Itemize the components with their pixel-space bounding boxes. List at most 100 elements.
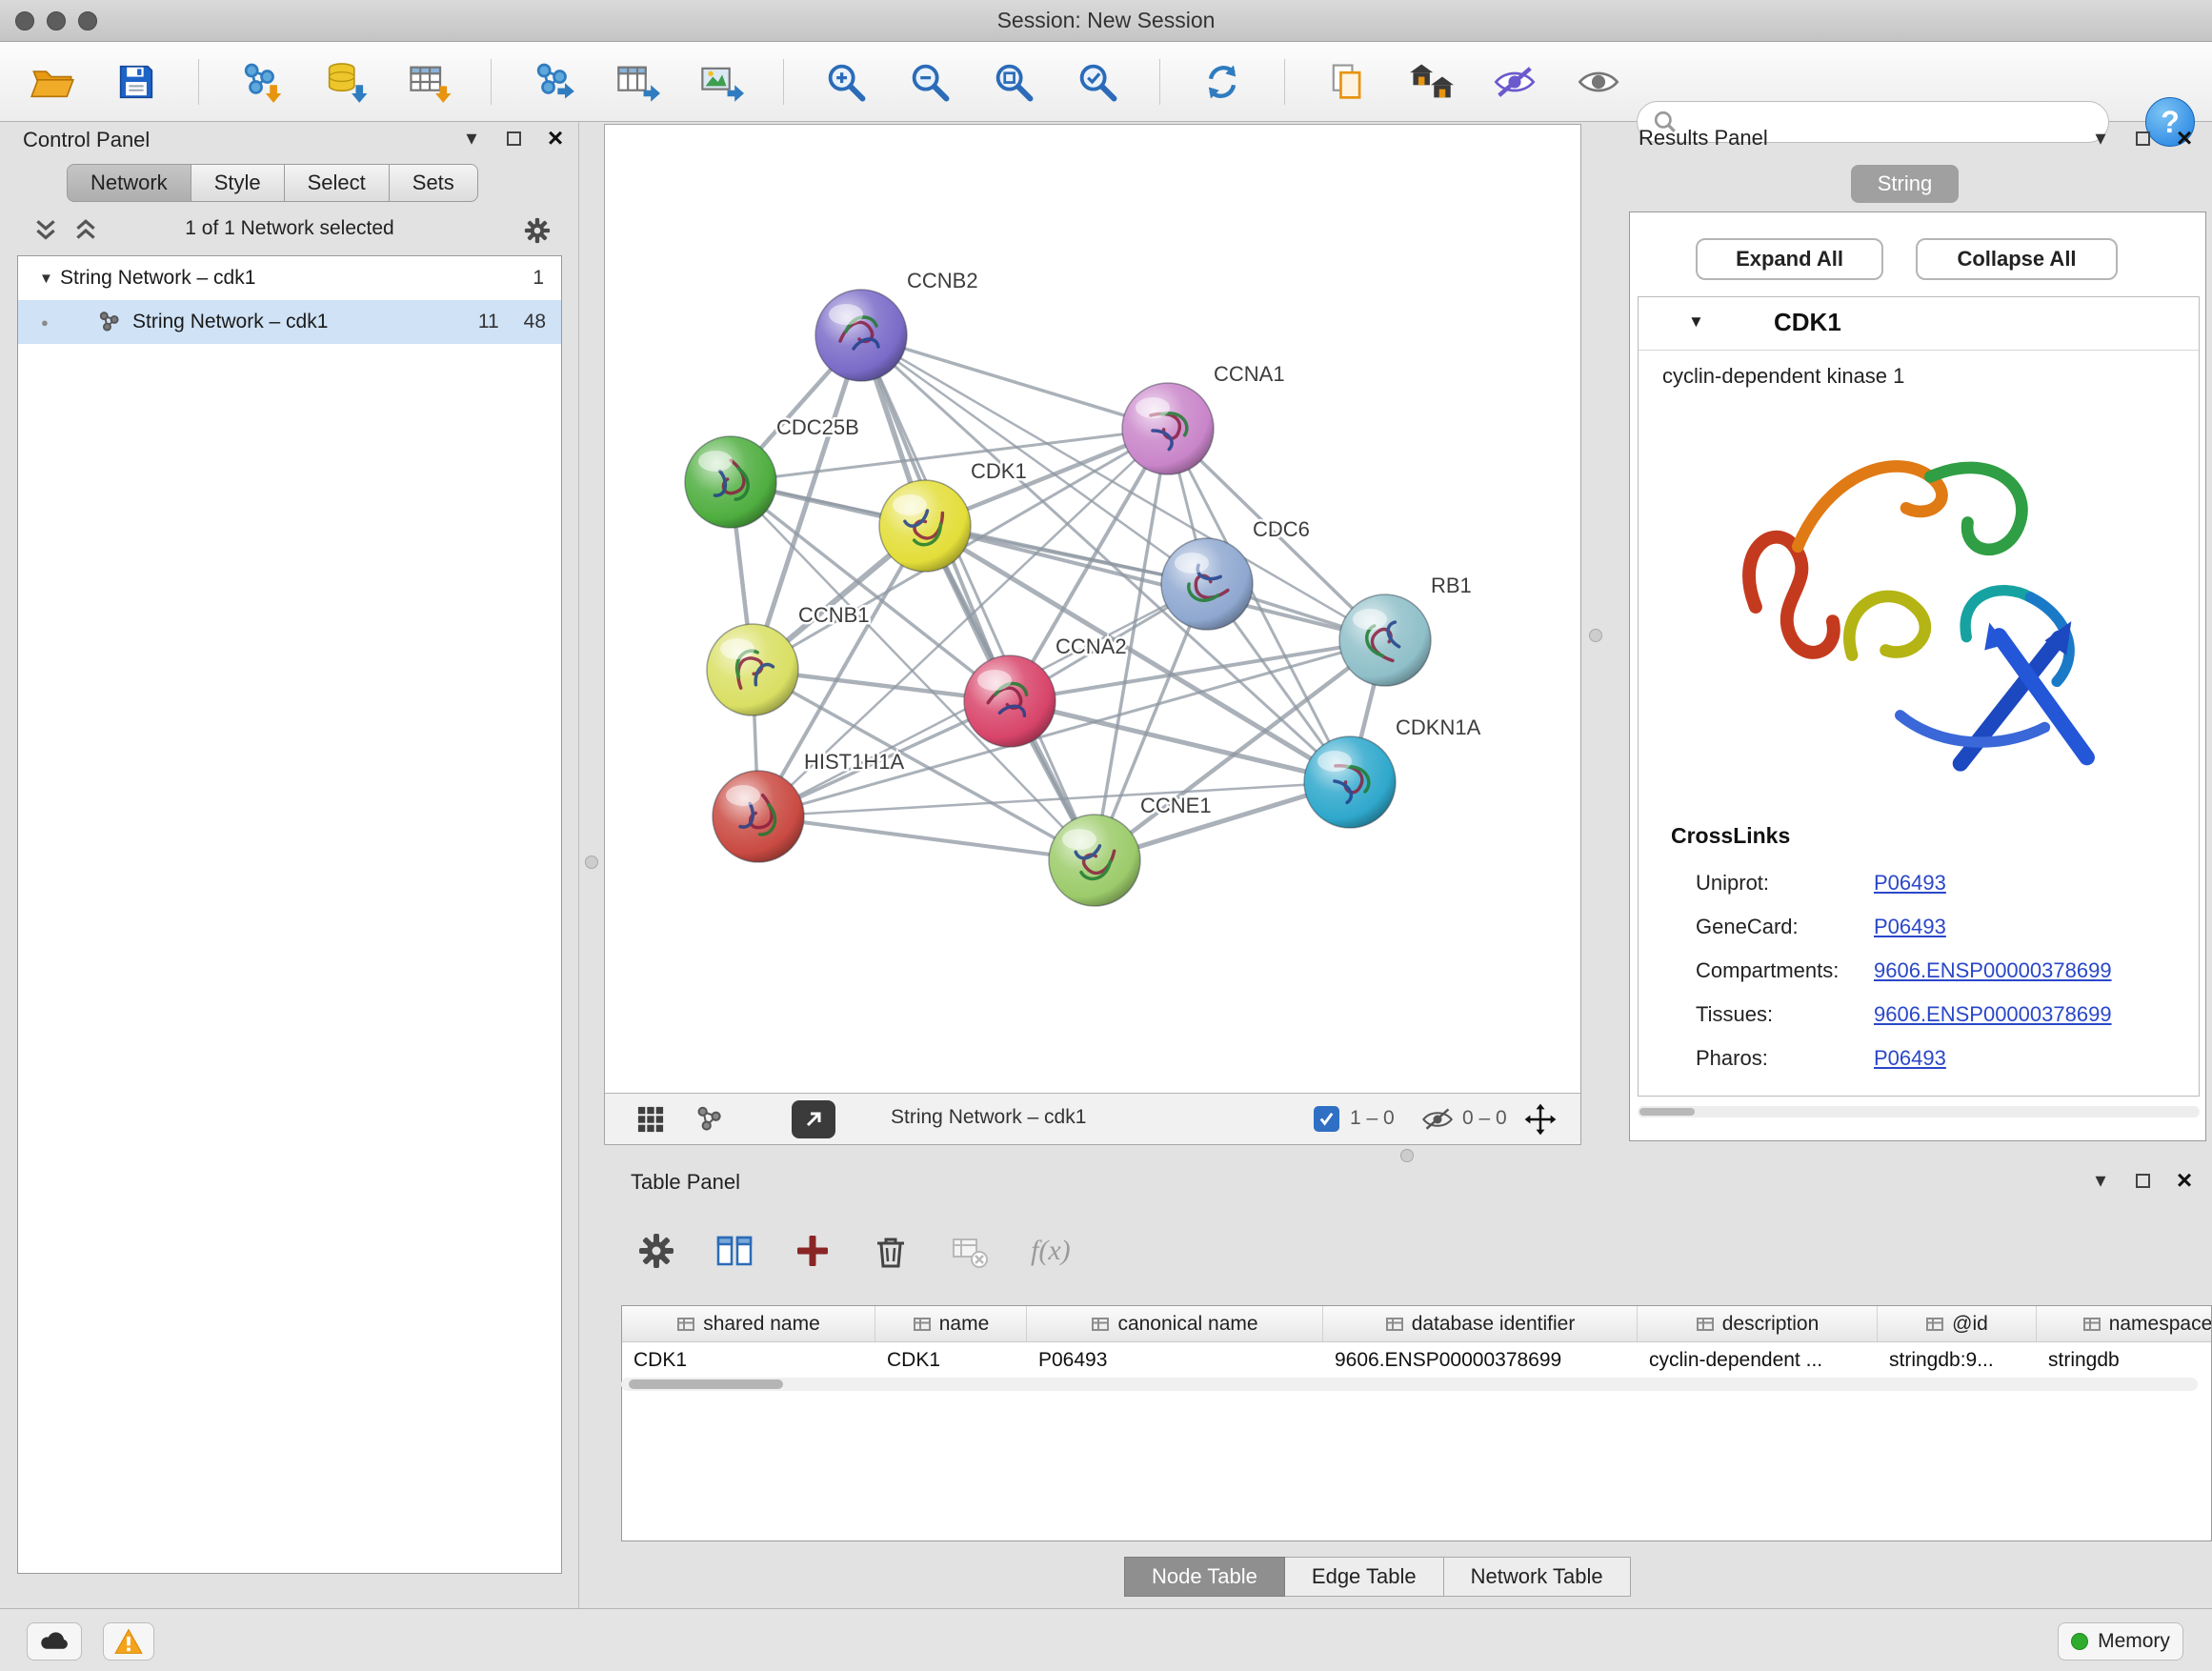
protein-card-header[interactable]: ▼ CDK1 xyxy=(1639,297,2199,351)
table-cell[interactable]: cyclin-dependent ... xyxy=(1638,1342,1878,1379)
network-node-CCNA1[interactable] xyxy=(1122,383,1214,474)
zoom-out-button[interactable] xyxy=(902,54,957,110)
network-node-CCNB2[interactable] xyxy=(815,290,907,381)
network-edge[interactable] xyxy=(861,335,1168,429)
table-cell[interactable]: P06493 xyxy=(1027,1342,1323,1379)
maximize-panel-icon[interactable] xyxy=(501,126,526,151)
float-panel-icon[interactable]: ▾ xyxy=(459,126,484,151)
import-network-file-button[interactable] xyxy=(233,54,289,110)
apply-layout-button[interactable] xyxy=(1195,54,1250,110)
table-row[interactable]: CDK1CDK1P064939606.ENSP00000378699cyclin… xyxy=(622,1342,2211,1379)
maximize-panel-icon[interactable] xyxy=(2130,126,2155,151)
network-edge[interactable] xyxy=(925,526,1385,640)
crosslink-value-link[interactable]: P06493 xyxy=(1874,871,1946,896)
tab-edge-table[interactable]: Edge Table xyxy=(1285,1557,1444,1597)
export-table-button[interactable] xyxy=(610,54,665,110)
column-header-namespace[interactable]: namespace xyxy=(2037,1306,2212,1341)
table-cell[interactable]: stringdb:9... xyxy=(1878,1342,2037,1379)
collapse-all-button[interactable]: Collapse All xyxy=(1916,238,2118,280)
column-header-shared-name[interactable]: shared name xyxy=(622,1306,875,1341)
network-node-CCNA2[interactable] xyxy=(964,655,1056,747)
delete-columns-button[interactable] xyxy=(865,1225,916,1277)
table-cell[interactable]: CDK1 xyxy=(622,1342,875,1379)
float-panel-icon[interactable]: ▾ xyxy=(2088,1168,2113,1193)
horizontal-splitter-handle[interactable] xyxy=(1400,1149,1414,1162)
show-all-button[interactable] xyxy=(1571,54,1626,110)
network-node-CDC25B[interactable] xyxy=(685,436,776,528)
table-cell[interactable]: 9606.ENSP00000378699 xyxy=(1323,1342,1638,1379)
table-cell[interactable]: stringdb xyxy=(2037,1342,2212,1379)
network-share-icon[interactable] xyxy=(693,1102,727,1137)
hide-selected-button[interactable] xyxy=(1487,54,1542,110)
zoom-in-button[interactable] xyxy=(818,54,874,110)
tab-select[interactable]: Select xyxy=(285,164,390,202)
tab-node-table[interactable]: Node Table xyxy=(1124,1557,1285,1597)
tab-style[interactable]: Style xyxy=(191,164,285,202)
close-panel-icon[interactable]: × xyxy=(2172,126,2197,151)
first-neighbors-button[interactable] xyxy=(1403,54,1458,110)
show-columns-button[interactable] xyxy=(709,1225,760,1277)
tab-string[interactable]: String xyxy=(1851,165,1959,203)
network-node-CDK1[interactable] xyxy=(879,480,971,572)
network-row[interactable]: ● String Network – cdk1 11 48 xyxy=(18,300,561,344)
network-options-gear-icon[interactable] xyxy=(522,215,553,246)
table-settings-button[interactable] xyxy=(631,1225,682,1277)
network-node-RB1[interactable] xyxy=(1339,594,1431,686)
tab-network-table[interactable]: Network Table xyxy=(1444,1557,1631,1597)
vertical-splitter-handle[interactable] xyxy=(1589,629,1602,642)
node-label-CCNA1: CCNA1 xyxy=(1214,362,1285,386)
network-collection-row[interactable]: ▼ String Network – cdk1 1 xyxy=(18,256,561,300)
close-panel-icon[interactable]: × xyxy=(543,126,568,151)
cloud-status-button[interactable] xyxy=(27,1622,82,1661)
network-edge[interactable] xyxy=(758,816,1095,860)
float-panel-icon[interactable]: ▾ xyxy=(2088,126,2113,151)
results-horizontal-scrollbar[interactable] xyxy=(1638,1106,2200,1117)
network-node-CDKN1A[interactable] xyxy=(1304,736,1396,828)
export-image-button[interactable] xyxy=(694,54,749,110)
crosslink-value-link[interactable]: P06493 xyxy=(1874,1046,1946,1071)
function-builder-button[interactable]: f(x) xyxy=(1021,1235,1071,1267)
duplicate-network-button[interactable] xyxy=(1319,54,1375,110)
column-header-id[interactable]: @id xyxy=(1878,1306,2037,1341)
collapse-card-icon[interactable]: ▼ xyxy=(1688,312,1704,332)
network-node-HIST1H1A[interactable] xyxy=(713,771,804,862)
network-node-CCNE1[interactable] xyxy=(1049,815,1140,906)
expand-all-button[interactable]: Expand All xyxy=(1696,238,1883,280)
table-horizontal-scrollbar[interactable] xyxy=(621,1378,2198,1391)
export-network-button[interactable] xyxy=(526,54,581,110)
import-network-database-button[interactable] xyxy=(317,54,372,110)
network-node-CCNB1[interactable] xyxy=(707,624,798,715)
tab-sets[interactable]: Sets xyxy=(390,164,478,202)
maximize-panel-icon[interactable] xyxy=(2130,1168,2155,1193)
memory-button[interactable]: Memory xyxy=(2058,1622,2183,1661)
tab-network[interactable]: Network xyxy=(67,164,191,202)
crosslink-value-link[interactable]: P06493 xyxy=(1874,915,1946,939)
network-edge[interactable] xyxy=(861,335,1095,860)
create-column-button[interactable] xyxy=(787,1225,838,1277)
open-session-button[interactable] xyxy=(25,54,80,110)
save-session-button[interactable] xyxy=(109,54,164,110)
birdseye-grid-icon[interactable] xyxy=(633,1102,668,1137)
detach-view-button[interactable] xyxy=(792,1100,835,1138)
vertical-splitter-handle[interactable] xyxy=(585,856,598,869)
column-header-description[interactable]: description xyxy=(1638,1306,1878,1341)
crosslink-value-link[interactable]: 9606.ENSP00000378699 xyxy=(1874,1002,2112,1027)
zoom-fit-button[interactable] xyxy=(986,54,1041,110)
collapse-triangle-icon[interactable]: ▼ xyxy=(39,271,60,287)
warnings-button[interactable] xyxy=(103,1622,154,1661)
crosslink-value-link[interactable]: 9606.ENSP00000378699 xyxy=(1874,958,2112,983)
hidden-eye-icon[interactable] xyxy=(1420,1102,1455,1137)
table-cell[interactable]: CDK1 xyxy=(875,1342,1027,1379)
column-header-canonical-name[interactable]: canonical name xyxy=(1027,1306,1323,1341)
protein-card: ▼ CDK1 cyclin-dependent kinase 1 xyxy=(1638,296,2200,1097)
zoom-selected-button[interactable] xyxy=(1070,54,1125,110)
pan-crosshair-icon[interactable] xyxy=(1523,1102,1558,1137)
network-node-CDC6[interactable] xyxy=(1161,538,1253,630)
selected-checkbox-icon[interactable] xyxy=(1314,1106,1339,1132)
control-panel-tabs: NetworkStyleSelectSets xyxy=(67,164,478,202)
network-canvas[interactable]: CCNB2CCNA1CDC25BCDK1CDC6RB1CCNB1CCNA2CDK… xyxy=(605,125,1580,1093)
column-header-name[interactable]: name xyxy=(875,1306,1027,1341)
column-header-database-identifier[interactable]: database identifier xyxy=(1323,1306,1638,1341)
close-panel-icon[interactable]: × xyxy=(2172,1168,2197,1193)
import-table-file-button[interactable] xyxy=(401,54,456,110)
